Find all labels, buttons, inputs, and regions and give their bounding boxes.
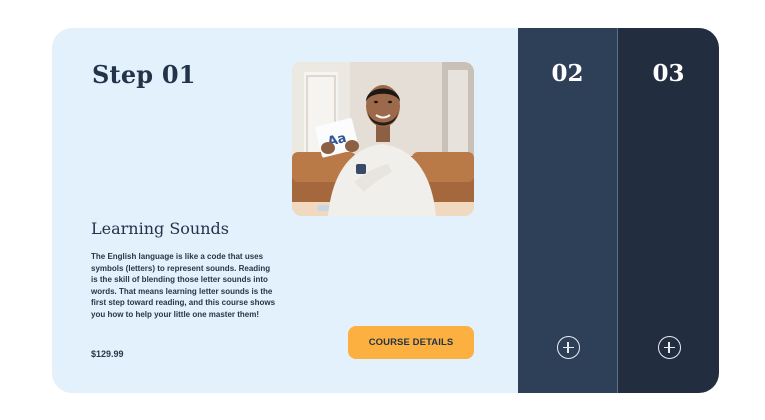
course-photo: Aa [292, 62, 474, 216]
step-panel-02[interactable]: 02 [518, 28, 618, 393]
step-panel-03[interactable]: 03 [618, 28, 719, 393]
step-title: Step 01 [92, 60, 196, 89]
course-photo-illustration: Aa [292, 62, 474, 216]
page: Step 01 Aa Learning Sounds The English l… [0, 0, 765, 420]
course-details-button[interactable]: COURSE DETAILS [348, 326, 474, 359]
course-price: $129.99 [91, 349, 124, 359]
step-number: 02 [551, 60, 584, 87]
course-description: The English language is like a code that… [91, 252, 276, 319]
plus-circle-icon[interactable] [657, 336, 681, 359]
course-steps-accordion: Step 01 Aa Learning Sounds The English l… [52, 28, 719, 393]
plus-circle-icon[interactable] [556, 336, 580, 359]
course-title: Learning Sounds [91, 219, 229, 238]
step-panel-01: Step 01 Aa Learning Sounds The English l… [52, 28, 518, 393]
step-number: 03 [652, 60, 685, 87]
